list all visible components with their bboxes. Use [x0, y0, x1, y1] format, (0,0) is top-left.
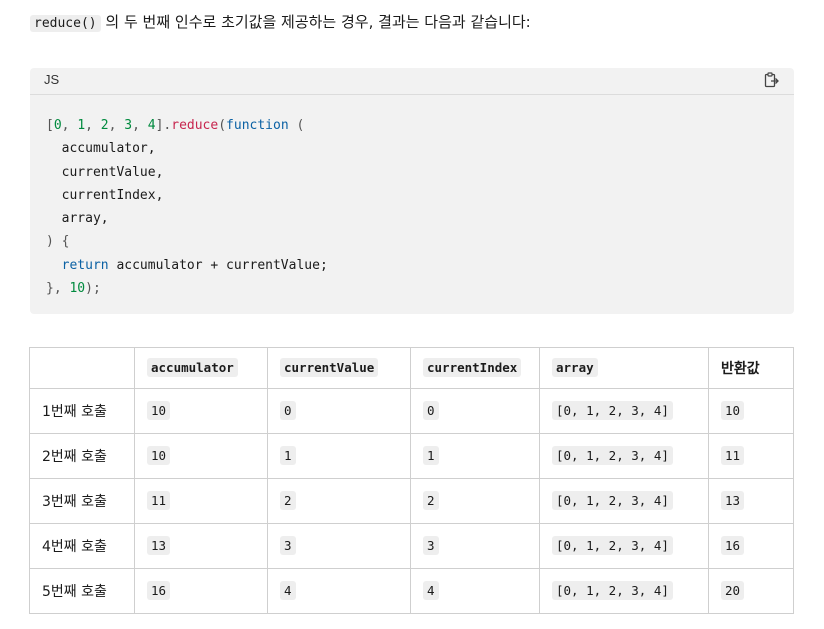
accumulator-cell: 10 [134, 433, 268, 479]
header-empty [29, 347, 135, 389]
intro-text: 의 두 번째 인수로 초기값을 제공하는 경우, 결과는 다음과 같습니다: [100, 13, 531, 31]
array-cell: [0, 1, 2, 3, 4] [539, 388, 709, 434]
code-block: JS [0, 1, 2, 3, 4].reduce(function ( acc… [30, 68, 794, 314]
return-value-cell: 10 [708, 388, 794, 434]
accumulator-cell: 11 [134, 478, 268, 524]
current-value-cell: 2 [267, 478, 411, 524]
table-row: 5번째 호출 16 4 4 [0, 1, 2, 3, 4] 20 [29, 568, 794, 614]
code-line-5: array, [46, 211, 109, 227]
current-value-cell: 1 [267, 433, 411, 479]
table-row: 1번째 호출 10 0 0 [0, 1, 2, 3, 4] 10 [29, 388, 794, 434]
call-label: 5번째 호출 [29, 568, 135, 614]
current-value-cell: 0 [267, 388, 411, 434]
current-index-cell: 1 [410, 433, 540, 479]
code-line-6: ) { [46, 234, 70, 250]
current-value-cell: 4 [267, 568, 411, 614]
array-cell: [0, 1, 2, 3, 4] [539, 568, 709, 614]
header-array: array [539, 347, 709, 389]
reduce-calls-table: accumulator currentValue currentIndex ar… [29, 347, 794, 614]
header-accumulator: accumulator [134, 347, 268, 389]
code-line-7: return accumulator + currentValue; [61, 257, 328, 273]
table-row: 4번째 호출 13 3 3 [0, 1, 2, 3, 4] 16 [29, 523, 794, 569]
header-current-value: currentValue [267, 347, 411, 389]
code-language-label: JS [44, 72, 60, 87]
code-block-header: JS [30, 68, 794, 95]
code-line-4: currentIndex, [46, 187, 164, 203]
accumulator-cell: 16 [134, 568, 268, 614]
return-value-cell: 11 [708, 433, 794, 479]
header-current-index: currentIndex [410, 347, 540, 389]
accumulator-cell: 10 [134, 388, 268, 434]
header-return-value: 반환값 [708, 347, 794, 389]
current-index-cell: 2 [410, 478, 540, 524]
array-cell: [0, 1, 2, 3, 4] [539, 523, 709, 569]
array-cell: [0, 1, 2, 3, 4] [539, 433, 709, 479]
accumulator-cell: 13 [134, 523, 268, 569]
table-row: 2번째 호출 10 1 1 [0, 1, 2, 3, 4] 11 [29, 433, 794, 479]
current-index-cell: 4 [410, 568, 540, 614]
current-value-cell: 3 [267, 523, 411, 569]
inline-code-reduce: reduce() [30, 15, 101, 32]
return-value-cell: 13 [708, 478, 794, 524]
table-row: 3번째 호출 11 2 2 [0, 1, 2, 3, 4] 13 [29, 478, 794, 524]
current-index-cell: 0 [410, 388, 540, 434]
intro-paragraph: reduce() 의 두 번째 인수로 초기값을 제공하는 경우, 결과는 다음… [30, 10, 531, 34]
call-label: 1번째 호출 [29, 388, 135, 434]
return-value-cell: 16 [708, 523, 794, 569]
table-header-row: accumulator currentValue currentIndex ar… [29, 347, 794, 389]
code-line-3: currentValue, [46, 164, 164, 180]
code-line-1: [0, 1, 2, 3, 4].reduce(function ( [46, 118, 305, 133]
code-listing: [0, 1, 2, 3, 4].reduce(function ( accumu… [46, 114, 328, 300]
call-label: 3번째 호출 [29, 478, 135, 524]
return-value-cell: 20 [708, 568, 794, 614]
current-index-cell: 3 [410, 523, 540, 569]
clipboard-icon[interactable] [762, 72, 780, 90]
code-line-2: accumulator, [46, 141, 156, 157]
call-label: 2번째 호출 [29, 433, 135, 479]
array-cell: [0, 1, 2, 3, 4] [539, 478, 709, 524]
call-label: 4번째 호출 [29, 523, 135, 569]
code-line-8: }, 10); [46, 281, 101, 297]
